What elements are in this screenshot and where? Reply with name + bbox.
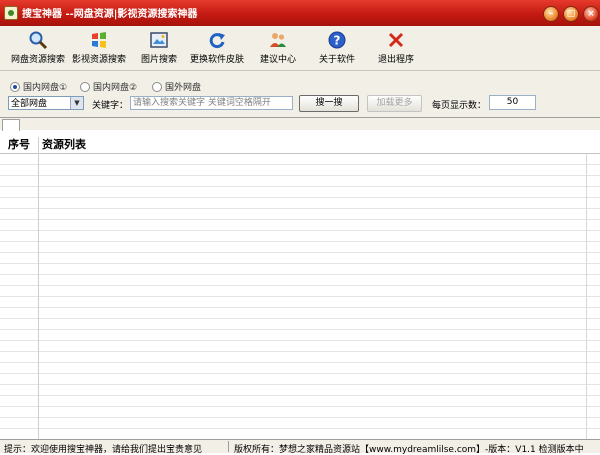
close-button[interactable]: × [583,6,599,22]
windows-flag-icon [92,32,106,48]
radio-dot[interactable] [152,81,162,92]
minimize-button[interactable]: – [543,6,559,22]
picture-icon [150,32,168,48]
status-tip: 提示：欢迎使用搜宝神器，请给我们提出宝贵意见 [4,445,203,455]
load-more-button[interactable]: 加载更多 [367,95,422,112]
maximize-button[interactable]: □ [563,6,579,22]
status-bar: 提示：欢迎使用搜宝神器，请给我们提出宝贵意见 版权所有：梦想之家精品资源站【ww… [0,439,600,455]
list-header: 序号 资源列表 [0,137,600,154]
title-bar[interactable]: 搜宝神器 --网盘资源|影视资源搜索神器 – □ × [0,0,600,26]
keyword-input[interactable]: 请输入搜索关键字 关键词空格隔开 [130,96,293,110]
magnifier-icon [29,31,48,50]
per-page-input[interactable]: 50 [489,95,536,110]
suggestion-center-button[interactable]: 建议中心 [258,30,298,68]
results-list[interactable]: 序号 资源列表 [0,117,600,440]
status-copyright: 版权所有：梦想之家精品资源站【www.mydreamlilse.com】-版本：… [234,445,584,455]
help-icon: ? [328,31,346,49]
chevron-down-icon[interactable]: ▼ [70,97,83,109]
search-button[interactable]: 搜一搜 [299,95,359,112]
radio-label: 国内网盘② [93,83,138,93]
radio-domestic-disk-2[interactable]: 国内网盘② [80,80,137,93]
status-separator [228,441,229,452]
radio-domestic-disk-1[interactable]: 国内网盘① [10,80,67,93]
tool-label: 图片搜索 [140,55,177,65]
tool-label: 网盘资源搜索 [10,55,65,65]
keyword-label: 关键字： [92,101,129,111]
image-search-button[interactable]: 图片搜索 [138,30,180,68]
column-header-index[interactable]: 序号 [8,137,30,153]
radio-foreign-disk[interactable]: 国外网盘 [152,80,201,93]
search-panel: 国内网盘① 国内网盘② 国外网盘 全部网盘 ▼ 关键字： 请输入搜索关键字 关键… [0,71,600,117]
list-rows[interactable] [0,154,600,440]
list-right-edge [586,154,587,440]
disk-type-select[interactable]: 全部网盘 ▼ [8,96,84,110]
radio-label: 国内网盘① [23,83,68,93]
about-button[interactable]: ? 关于软件 [317,30,357,68]
results-tab[interactable] [2,119,20,131]
disk-select-value: 全部网盘 [11,99,48,109]
toolbar: 网盘资源搜索 影视资源搜索 图片搜索 更换软件皮肤 建议中心 ? 关于软件 退出… [0,26,600,71]
column-divider [38,137,39,440]
radio-dot[interactable] [10,81,20,92]
users-icon [270,33,286,47]
refresh-icon [209,33,225,49]
radio-dot[interactable] [80,81,90,92]
radio-label: 国外网盘 [165,83,202,93]
video-search-button[interactable]: 影视资源搜索 [70,30,128,68]
window-title: 搜宝神器 --网盘资源|影视资源搜索神器 [22,9,198,20]
svg-text:?: ? [334,34,341,48]
column-header-resource[interactable]: 资源列表 [42,137,86,153]
per-page-label: 每页显示数： [432,101,487,111]
exit-x-icon [388,32,404,48]
tool-label: 更换软件皮肤 [189,55,244,65]
tool-label: 影视资源搜索 [71,55,126,65]
tab-strip [0,118,600,131]
tool-label: 建议中心 [259,55,296,65]
netdisk-search-button[interactable]: 网盘资源搜索 [8,30,68,68]
app-icon [4,6,18,20]
change-skin-button[interactable]: 更换软件皮肤 [188,30,246,68]
tool-label: 退出程序 [377,55,414,65]
tool-label: 关于软件 [318,55,355,65]
exit-button[interactable]: 退出程序 [375,30,417,68]
